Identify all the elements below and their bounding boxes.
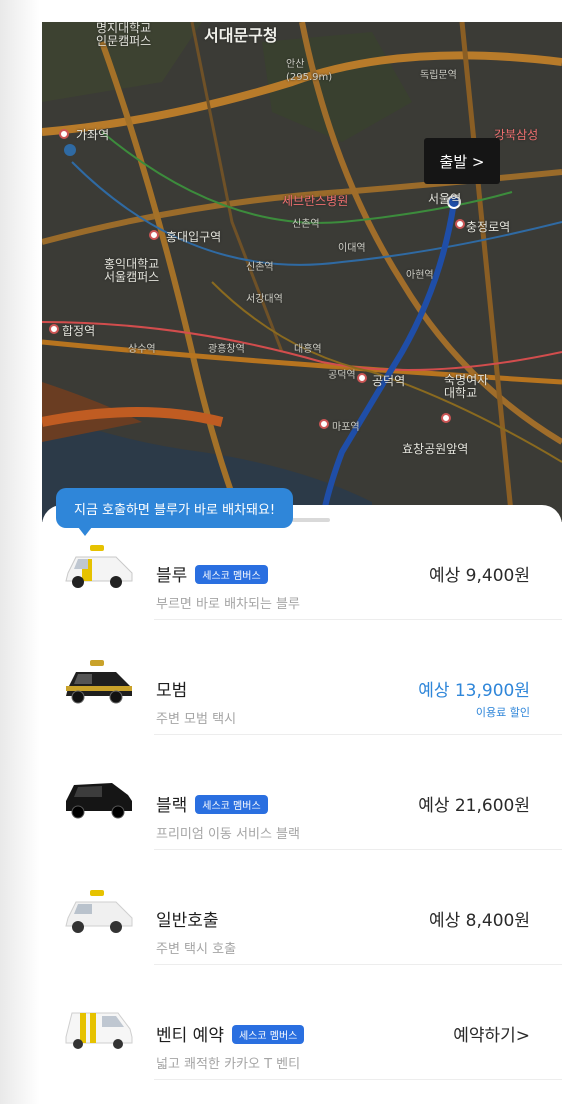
option-description: 프리미엄 이동 서비스 블랙 (156, 827, 300, 842)
ride-option-normal[interactable]: 일반호출 주변 택시 호출 예상 8,400원 (42, 850, 562, 965)
map-label-severance: 세브란스병원 (282, 194, 349, 208)
option-title: 일반호출 (156, 911, 219, 931)
map-view[interactable]: 명지대학교 인문캠퍼스 서대문구청 안산 (295.9m) 가좌역 세브란스병원… (42, 22, 562, 522)
map-label-univ: 명지대학교 인문캠퍼스 (96, 22, 152, 48)
option-price: 예상 9,400원 (429, 566, 530, 586)
map-label-seogang: 서강대역 (246, 294, 283, 305)
dispatch-tooltip: 지금 호출하면 블루가 바로 배차돼요! (56, 488, 294, 536)
option-price: 예상 13,900원 (418, 681, 530, 701)
departure-button[interactable]: 출발 > (424, 138, 500, 184)
map-label-dongnimmun: 독립문역 (420, 70, 457, 81)
map-label-hyochang: 효창공원앞역 (402, 442, 469, 456)
option-title: 모범 (156, 681, 188, 701)
map-label-ewha: 이대역 (338, 243, 366, 254)
map-label-hongik-station: 홍대입구역 (166, 230, 222, 244)
ride-option-black[interactable]: 블랙 세스코 멤버스 프리미엄 이동 서비스 블랙 예상 21,600원 (42, 735, 562, 850)
option-title: 벤티 예약 세스코 멤버스 (156, 1021, 305, 1046)
left-edge-shadow (0, 0, 40, 1104)
option-title: 블루 세스코 멤버스 (156, 561, 268, 586)
map-label-sinchon: 신촌역 (292, 219, 320, 230)
membership-badge: 세스코 멤버스 (195, 564, 268, 584)
blue-taxi-icon (65, 545, 133, 588)
map-label-gongdeok2: 공덕역 (328, 370, 356, 381)
option-description: 넓고 쾌적한 카카오 T 벤티 (156, 1057, 301, 1072)
map-label-daeheung: 대흥역 (294, 344, 322, 355)
membership-badge: 세스코 멤버스 (231, 1024, 305, 1044)
map-label-ahyeon: 아현역 (406, 270, 434, 281)
option-price: 예상 21,600원 (418, 796, 530, 816)
map-label-seoul-station: 서울역 (428, 192, 462, 206)
deluxe-taxi-icon (66, 660, 132, 704)
normal-taxi-icon (65, 890, 133, 933)
option-description: 주변 택시 호출 (156, 942, 237, 957)
map-label-gangbuk-samsung: 강북삼성 (494, 128, 539, 142)
divider (154, 1079, 562, 1080)
map-label-chungjeongno: 충정로역 (466, 220, 511, 234)
map-label-district-office: 서대문구청 (204, 26, 278, 45)
map-label-sangsu: 상수역 (128, 344, 156, 355)
map-label-gwangheungchang: 광흥창역 (208, 344, 245, 355)
membership-badge: 세스코 멤버스 (195, 794, 268, 814)
option-description: 부르면 바로 배차되는 블루 (156, 597, 300, 612)
map-label-hapjeong: 합정역 (62, 324, 96, 338)
app-screen: 명지대학교 인문캠퍼스 서대문구청 안산 (295.9m) 가좌역 세브란스병원… (42, 0, 562, 1104)
map-label-mountain: 안산 (295.9m) (286, 59, 333, 83)
map-label-gajwa: 가좌역 (76, 128, 110, 142)
discount-label: 이용료 할인 (475, 706, 530, 719)
ride-option-deluxe[interactable]: 모범 주변 모범 택시 예상 13,900원 이용료 할인 (42, 620, 562, 735)
map-label-hongik-univ: 홍익대학교 서울캠퍼스 (104, 257, 160, 284)
black-car-icon (66, 783, 132, 819)
option-price: 예상 8,400원 (429, 911, 530, 931)
map-label-sookmyung: 숙명여자 대학교 (444, 373, 489, 400)
map-label-sinchon2: 신촌역 (246, 262, 274, 273)
ride-option-venti[interactable]: 벤티 예약 세스코 멤버스 넓고 쾌적한 카카오 T 벤티 예약하기> (42, 965, 562, 1080)
venti-van-icon (65, 1012, 133, 1049)
reserve-link[interactable]: 예약하기> (453, 1021, 530, 1046)
map-label-mapo: 마포역 (332, 422, 360, 433)
map-label-gongdeok: 공덕역 (372, 374, 406, 388)
option-title: 블랙 세스코 멤버스 (156, 791, 268, 816)
option-description: 주변 모범 택시 (156, 712, 237, 727)
ride-options-sheet: 블루 세스코 멤버스 부르면 바로 배차되는 블루 예상 9,400원 모범 주변… (42, 505, 562, 1104)
